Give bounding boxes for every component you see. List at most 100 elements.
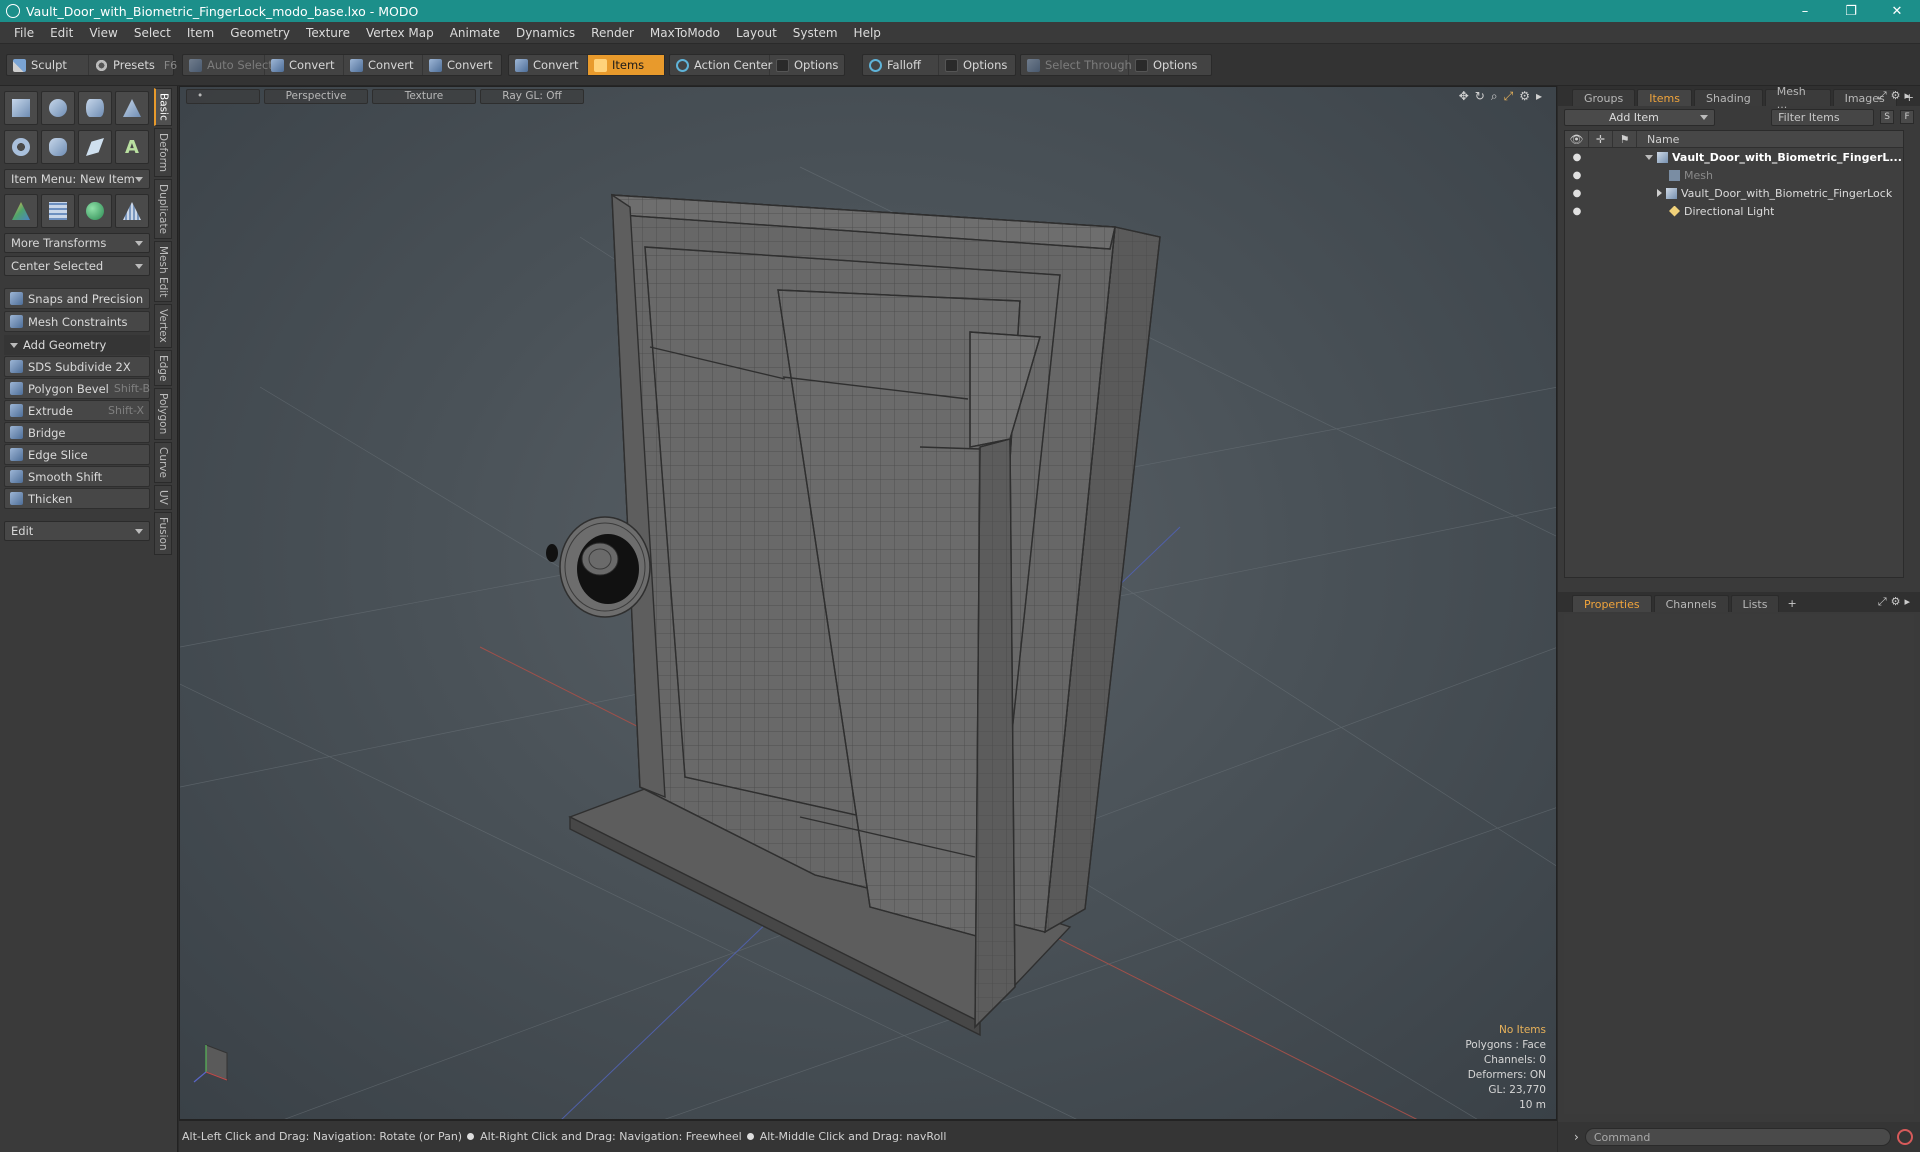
more-transforms-dropdown[interactable]: More Transforms (4, 233, 150, 253)
visibility-eye-icon[interactable]: ● (1565, 170, 1589, 181)
tab-edge[interactable]: Edge (154, 349, 172, 387)
tab-uv[interactable]: UV (154, 484, 172, 510)
tab-deform[interactable]: Deform (154, 127, 172, 177)
items-mode-button[interactable]: Items (588, 55, 664, 75)
tab-items[interactable]: Items (1637, 89, 1693, 106)
tab-fusion[interactable]: Fusion (154, 511, 172, 556)
visibility-column-icon[interactable]: 👁 (1565, 131, 1589, 147)
item-menu-dropdown[interactable]: Item Menu: New Item (4, 169, 150, 189)
menu-file[interactable]: File (6, 26, 42, 40)
tab-curve[interactable]: Curve (154, 441, 172, 483)
zoom-view-icon[interactable]: ⌕ (1491, 89, 1498, 104)
thicken-button[interactable]: Thicken (4, 488, 150, 509)
menu-render[interactable]: Render (583, 26, 642, 40)
menu-help[interactable]: Help (846, 26, 889, 40)
cube-primitive-button[interactable] (4, 91, 38, 125)
menu-dynamics[interactable]: Dynamics (508, 26, 583, 40)
select-through-options-button[interactable]: Options (1129, 55, 1211, 75)
add-geometry-section[interactable]: Add Geometry (4, 335, 150, 355)
tab-groups[interactable]: Groups (1572, 89, 1636, 106)
maximize-view-icon[interactable]: ⤢ (1504, 89, 1514, 104)
viewport-menu-button[interactable]: • (186, 88, 260, 104)
command-input[interactable]: Command (1584, 1128, 1891, 1146)
menu-geometry[interactable]: Geometry (222, 26, 298, 40)
menu-edit[interactable]: Edit (42, 26, 81, 40)
tab-vertex[interactable]: Vertex (154, 304, 172, 348)
menu-select[interactable]: Select (126, 26, 179, 40)
view-mode-perspective[interactable]: Perspective (264, 88, 368, 104)
maximize-button[interactable]: ❐ (1828, 0, 1874, 22)
scale-tool-button[interactable] (115, 194, 149, 228)
minimize-button[interactable]: – (1782, 0, 1828, 22)
move-view-icon[interactable]: ✥ (1459, 89, 1469, 104)
menu-animate[interactable]: Animate (442, 26, 508, 40)
menu-texture[interactable]: Texture (298, 26, 358, 40)
menu-maxtomodo[interactable]: MaxToModo (642, 26, 728, 40)
presets-button[interactable]: Presets F6 (89, 55, 177, 75)
tab-duplicate[interactable]: Duplicate (154, 178, 172, 239)
tree-row-scene[interactable]: ● Vault_Door_with_Biometric_FingerL... (1565, 148, 1903, 166)
transform-tool-button[interactable] (4, 194, 38, 228)
auto-select-button[interactable]: Auto Select (183, 55, 273, 75)
convert-polygons-button[interactable]: Convert (423, 55, 501, 75)
cylinder-primitive-button[interactable] (78, 91, 112, 125)
view-settings-icon[interactable]: ⚙ (1519, 89, 1530, 104)
command-history-icon[interactable]: › (1574, 1130, 1579, 1144)
sculpt-button[interactable]: Sculpt (7, 55, 89, 75)
torus-primitive-button[interactable] (4, 130, 38, 164)
viewport-expand-icon[interactable]: ▸ (1536, 89, 1542, 104)
tab-shading[interactable]: Shading (1694, 89, 1763, 106)
tab-lists[interactable]: Lists (1730, 595, 1780, 612)
bridge-button[interactable]: Bridge (4, 422, 150, 443)
menu-system[interactable]: System (785, 26, 846, 40)
edge-slice-button[interactable]: Edge Slice (4, 444, 150, 465)
action-center-options-button[interactable]: Options (770, 55, 846, 75)
action-center-button[interactable]: Action Center (670, 55, 772, 75)
expand-icon[interactable] (1645, 154, 1653, 160)
cone-primitive-button[interactable] (115, 91, 149, 125)
sphere-primitive-button[interactable] (41, 91, 75, 125)
panel-controls-icon[interactable]: ⤢⚙▸ (1878, 595, 1914, 609)
filter-items-input[interactable]: Filter Items (1771, 108, 1875, 126)
tab-mesh-edit[interactable]: Mesh Edit (154, 240, 172, 303)
extrude-button[interactable]: Extrude Shift-X (4, 400, 150, 421)
edit-dropdown[interactable]: Edit (4, 521, 150, 541)
menu-item[interactable]: Item (179, 26, 222, 40)
mesh-constraints-button[interactable]: Mesh Constraints (4, 311, 150, 332)
add-item-dropdown[interactable]: Add Item (1564, 108, 1716, 126)
panel-controls-icon[interactable]: ⤢⚙▸ (1878, 89, 1914, 103)
visibility-eye-icon[interactable]: ● (1565, 152, 1589, 163)
visibility-eye-icon[interactable]: ● (1565, 188, 1589, 199)
tree-row-model[interactable]: ● Vault_Door_with_Biometric_FingerLock (1565, 184, 1903, 202)
fingerprint-lock[interactable] (546, 516, 651, 618)
rotate-tool-button[interactable] (78, 194, 112, 228)
add-tab-icon[interactable]: + (1781, 595, 1802, 612)
rotate-view-icon[interactable]: ↻ (1475, 89, 1485, 104)
polygon-bevel-button[interactable]: Polygon Bevel Shift-B (4, 378, 150, 399)
falloff-button[interactable]: Falloff (863, 55, 939, 75)
tab-channels[interactable]: Channels (1653, 595, 1729, 612)
text-tool-button[interactable]: A (115, 130, 149, 164)
menu-view[interactable]: View (81, 26, 125, 40)
render-column-icon[interactable]: ⚑ (1613, 131, 1637, 147)
tree-row-mesh[interactable]: ● Mesh (1565, 166, 1903, 184)
tab-properties[interactable]: Properties (1572, 595, 1652, 612)
shading-mode-texture[interactable]: Texture (372, 88, 476, 104)
convert-items-button[interactable]: Convert (509, 55, 588, 75)
tab-basic[interactable]: Basic (154, 88, 172, 126)
filter-s-button[interactable]: S (1880, 110, 1895, 124)
grid-tool-button[interactable] (41, 194, 75, 228)
snaps-precision-button[interactable]: Snaps and Precision (4, 288, 150, 309)
filter-f-button[interactable]: F (1900, 110, 1914, 124)
pen-tool-button[interactable] (78, 130, 112, 164)
smooth-shift-button[interactable]: Smooth Shift (4, 466, 150, 487)
menu-vertex-map[interactable]: Vertex Map (358, 26, 442, 40)
scene-canvas[interactable] (180, 87, 1557, 1120)
tab-polygon[interactable]: Polygon (154, 388, 172, 440)
lock-column-icon[interactable]: ✛ (1589, 131, 1613, 147)
convert-vertices-button[interactable]: Convert (265, 55, 344, 75)
close-button[interactable]: ✕ (1874, 0, 1920, 22)
expand-icon[interactable] (1657, 189, 1662, 197)
falloff-options-button[interactable]: Options (939, 55, 1015, 75)
name-column-header[interactable]: Name (1637, 133, 1679, 146)
